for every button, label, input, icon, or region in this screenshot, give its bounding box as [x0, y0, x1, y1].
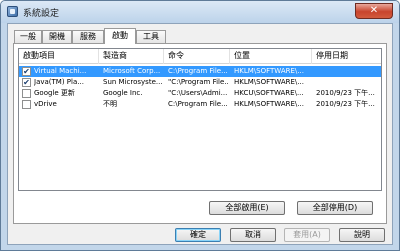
cell-command: "C:\Users\Admi...: [168, 89, 228, 97]
list-row[interactable]: ✔ Virtual Machi... Microsoft Corp... C:\…: [19, 66, 381, 77]
cell-location: HKLM\SOFTWARE\...: [234, 100, 304, 108]
cell-disabled-date: [316, 77, 382, 88]
disable-all-button[interactable]: 全部停用(D): [297, 201, 373, 215]
tab-startup[interactable]: 啟動: [104, 28, 136, 44]
help-button[interactable]: 說明: [339, 228, 385, 242]
list-row[interactable]: ✔ Java(TM) Pla... Sun Microsyste... "C:\…: [19, 77, 381, 88]
column-header-manufacturer[interactable]: 製造商: [99, 49, 164, 64]
checkbox-icon[interactable]: ✔: [22, 78, 31, 87]
cell-command: "C:\Program File...: [168, 78, 229, 86]
settings-app-icon: [7, 6, 18, 17]
cell-location: HKCU\SOFTWARE\...: [234, 89, 304, 97]
cell-location: HKLM\SOFTWARE\...: [234, 78, 304, 86]
tab-tools[interactable]: 工具: [136, 30, 166, 43]
cancel-button[interactable]: 取消: [230, 228, 276, 242]
system-configuration-window: 系統設定 ✕ 一般 開機 服務 啟動 工具 啟動項目 製造商 命令 位置 停用日…: [0, 0, 400, 251]
tab-services[interactable]: 服務: [72, 30, 104, 43]
tab-boot[interactable]: 開機: [42, 30, 72, 43]
cell-startup-item: Google 更新: [34, 89, 75, 97]
title-bar[interactable]: 系統設定 ✕: [1, 1, 399, 23]
window-title: 系統設定: [23, 9, 60, 19]
enable-all-button[interactable]: 全部啟用(E): [209, 201, 285, 215]
cell-manufacturer: 不明: [103, 100, 117, 108]
list-row[interactable]: vDrive 不明 C:\Program File... HKLM\SOFTWA…: [19, 99, 381, 110]
column-header-startup-item[interactable]: 啟動項目: [19, 49, 99, 64]
ok-button[interactable]: 確定: [175, 228, 221, 242]
column-header-disabled-date[interactable]: 停用日期: [312, 49, 383, 64]
startup-panel: 啟動項目 製造商 命令 位置 停用日期 ✔ Virtual Machi... M…: [13, 43, 387, 224]
cell-startup-item: Java(TM) Pla...: [34, 78, 84, 86]
cell-disabled-date: 2010/9/23 下午...: [316, 89, 375, 97]
startup-items-list[interactable]: 啟動項目 製造商 命令 位置 停用日期 ✔ Virtual Machi... M…: [18, 48, 382, 191]
close-button[interactable]: ✕: [355, 3, 393, 19]
cell-startup-item: vDrive: [34, 100, 57, 108]
dialog-body: 一般 開機 服務 啟動 工具 啟動項目 製造商 命令 位置 停用日期 ✔ Vir…: [7, 23, 393, 245]
cell-manufacturer: Google Inc.: [103, 89, 143, 97]
cell-command: C:\Program File...: [168, 100, 228, 108]
cell-disabled-date: 2010/9/23 下午...: [316, 100, 375, 108]
cell-location: HKLM\SOFTWARE\...: [234, 67, 304, 75]
cell-manufacturer: Sun Microsyste...: [103, 78, 163, 86]
column-header-location[interactable]: 位置: [230, 49, 312, 64]
list-row[interactable]: Google 更新 Google Inc. "C:\Users\Admi... …: [19, 88, 381, 99]
checkbox-icon[interactable]: ✔: [22, 67, 31, 76]
cell-startup-item: Virtual Machi...: [34, 67, 87, 75]
cell-command: C:\Program File...: [168, 67, 228, 75]
column-header-command[interactable]: 命令: [164, 49, 230, 64]
cell-disabled-date: [316, 66, 382, 77]
checkbox-icon[interactable]: [22, 100, 31, 109]
list-header: 啟動項目 製造商 命令 位置 停用日期: [19, 49, 381, 64]
cell-manufacturer: Microsoft Corp...: [103, 67, 161, 75]
apply-button[interactable]: 套用(A): [284, 228, 330, 242]
tab-general[interactable]: 一般: [14, 30, 42, 43]
checkbox-icon[interactable]: [22, 89, 31, 98]
